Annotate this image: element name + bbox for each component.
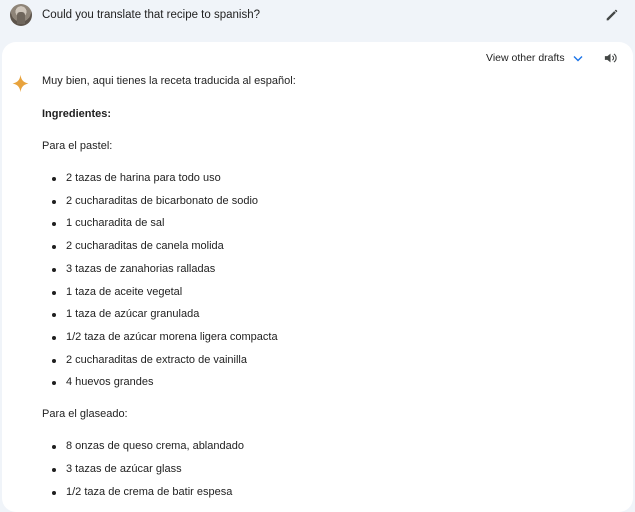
user-avatar[interactable] xyxy=(10,4,32,26)
list-item: 2 cucharaditas de canela molida xyxy=(42,240,224,253)
view-other-drafts-button[interactable]: View other drafts xyxy=(486,52,583,64)
list-item: 1/2 taza de crema de batir espesa xyxy=(42,486,232,499)
pencil-icon[interactable] xyxy=(604,7,620,23)
response-card: View other drafts Muy bien, aqui tienes … xyxy=(2,42,633,512)
drafts-label: View other drafts xyxy=(486,52,565,64)
user-prompt-text: Could you translate that recipe to spani… xyxy=(42,9,260,21)
list-item: 1/2 taza de azúcar morena ligera compact… xyxy=(42,331,278,344)
list-item: 1 cucharadita de sal xyxy=(42,217,164,230)
list-item: 1 taza de aceite vegetal xyxy=(42,286,182,299)
ingredients-heading: Ingredientes: xyxy=(42,108,112,120)
list-item: 2 cucharaditas de bicarbonato de sodio xyxy=(42,195,258,208)
list-item: 2 tazas de harina para todo uso xyxy=(42,172,221,185)
list-item: 1 taza de azúcar granulada xyxy=(42,308,199,321)
user-prompt-row: Could you translate that recipe to spani… xyxy=(0,0,635,34)
cake-subheading: Para el pastel: xyxy=(42,140,113,152)
frosting-subheading: Para el glaseado: xyxy=(42,408,128,420)
list-item: 2 cucharaditas de extracto de vainilla xyxy=(42,354,247,367)
speaker-icon[interactable] xyxy=(603,51,618,65)
response-intro: Muy bien, aqui tienes la receta traducid… xyxy=(42,75,296,87)
list-item: 4 huevos grandes xyxy=(42,376,153,389)
sparkle-icon xyxy=(12,74,29,93)
list-item: 8 onzas de queso crema, ablandado xyxy=(42,440,244,453)
chevron-down-icon xyxy=(573,55,583,61)
list-item: 3 tazas de azúcar glass xyxy=(42,463,182,476)
list-item: 3 tazas de zanahorias ralladas xyxy=(42,263,215,276)
